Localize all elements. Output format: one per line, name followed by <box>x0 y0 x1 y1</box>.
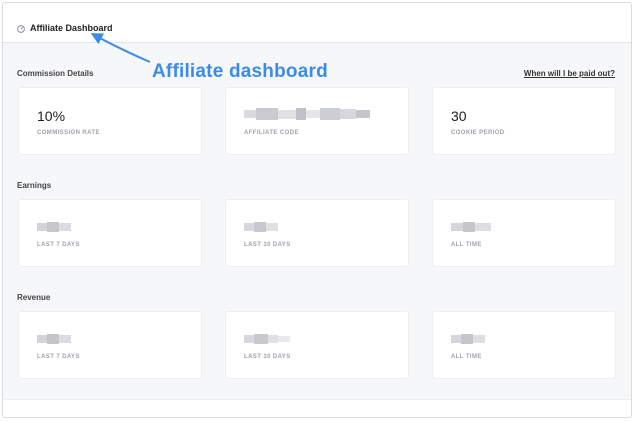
earnings-7d-caption: LAST 7 DAYS <box>37 242 80 248</box>
cookie-period-card: 30 COOKIE PERIOD <box>432 87 616 155</box>
commission-rate-card: 10% COMMISSION RATE <box>18 87 202 155</box>
revenue-all-time-card: ALL TIME <box>432 311 616 379</box>
revenue-last-7-days-card: LAST 7 DAYS <box>18 311 202 379</box>
bottom-bar <box>3 399 631 417</box>
revenue-30d-caption: LAST 30 DAYS <box>244 354 291 360</box>
earnings-30d-redacted <box>244 222 278 232</box>
commission-rate-caption: COMMISSION RATE <box>37 130 100 136</box>
revenue-all-time-redacted <box>451 334 485 344</box>
earnings-last-7-days-card: LAST 7 DAYS <box>18 199 202 267</box>
commission-rate-value: 10% <box>37 108 66 124</box>
revenue-30d-redacted <box>244 334 290 344</box>
revenue-last-30-days-card: LAST 30 DAYS <box>225 311 409 379</box>
revenue-heading: Revenue <box>17 293 51 302</box>
payout-info-link[interactable]: When will I be paid out? <box>524 69 615 78</box>
affiliate-code-caption: AFFILIATE CODE <box>244 130 299 136</box>
earnings-last-30-days-card: LAST 30 DAYS <box>225 199 409 267</box>
revenue-7d-redacted <box>37 334 71 344</box>
earnings-30d-caption: LAST 30 DAYS <box>244 242 291 248</box>
cookie-period-caption: COOKIE PERIOD <box>451 130 505 136</box>
affiliate-code-redacted <box>244 108 370 120</box>
earnings-heading: Earnings <box>17 181 52 190</box>
cookie-period-value: 30 <box>451 108 467 124</box>
commission-details-heading: Commission Details <box>17 69 94 78</box>
earnings-all-time-redacted <box>451 222 491 232</box>
affiliate-code-card: AFFILIATE CODE <box>225 87 409 155</box>
revenue-7d-caption: LAST 7 DAYS <box>37 354 80 360</box>
annotation-label: Affiliate dashboard <box>152 61 328 82</box>
revenue-all-time-caption: ALL TIME <box>451 354 482 360</box>
earnings-7d-redacted <box>37 222 71 232</box>
dashboard-gauge-icon <box>17 25 25 33</box>
annotation-arrow-icon <box>90 33 151 63</box>
earnings-all-time-card: ALL TIME <box>432 199 616 267</box>
earnings-all-time-caption: ALL TIME <box>451 242 482 248</box>
